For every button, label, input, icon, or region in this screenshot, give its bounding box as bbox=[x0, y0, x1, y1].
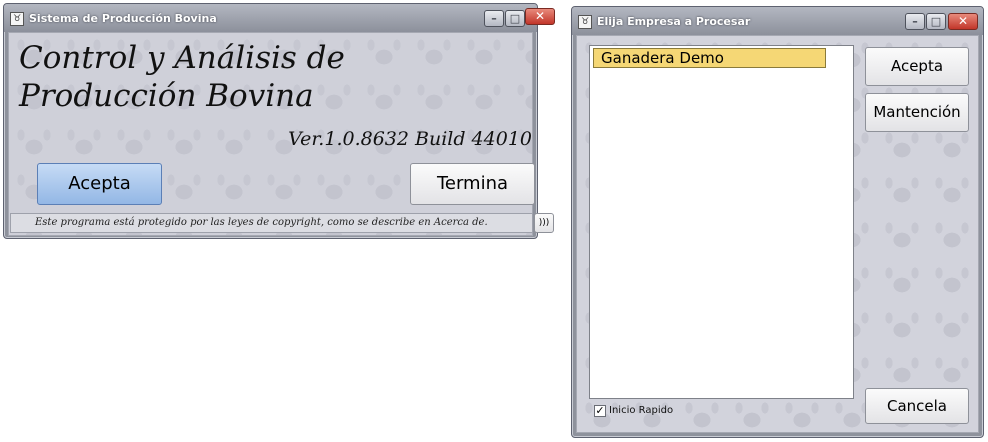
company-picker-window: ♉ Elija Empresa a Procesar – □ ✕ Ganader… bbox=[571, 6, 984, 438]
minimize-icon: – bbox=[491, 12, 497, 25]
accept-button[interactable]: Acepta bbox=[37, 163, 162, 205]
quick-start-checkbox[interactable]: ✓ bbox=[594, 405, 606, 417]
maintenance-button[interactable]: Mantención bbox=[865, 93, 969, 132]
status-bar-button[interactable]: ))) bbox=[534, 213, 554, 233]
check-icon: ✓ bbox=[595, 404, 605, 417]
close-icon: ✕ bbox=[534, 9, 546, 23]
minimize-icon: – bbox=[912, 15, 918, 28]
main-window-client: Control y Análisis de Producción Bovina … bbox=[8, 32, 535, 236]
version-label: Ver.1.0.8632 Build 44010 bbox=[288, 128, 532, 150]
app-heading: Control y Análisis de Producción Bovina bbox=[19, 40, 345, 114]
main-window: ♉ Sistema de Producción Bovina – □ Contr… bbox=[3, 3, 554, 239]
maximize-button[interactable]: □ bbox=[505, 10, 525, 27]
exit-button[interactable]: Termina bbox=[410, 163, 535, 205]
bull-icon: ♉ bbox=[10, 12, 24, 26]
close-button[interactable]: ✕ bbox=[948, 13, 978, 30]
main-window-title: Sistema de Producción Bovina bbox=[29, 12, 217, 25]
main-window-close-button[interactable]: ✕ bbox=[525, 8, 555, 25]
cancel-button[interactable]: Cancela bbox=[865, 388, 969, 424]
status-bar: Este programa está protegido por las ley… bbox=[10, 213, 533, 233]
maximize-button[interactable]: □ bbox=[926, 13, 946, 30]
quick-start-label: Inicio Rapido bbox=[609, 405, 674, 416]
company-picker-titlebar[interactable]: ♉ Elija Empresa a Procesar – □ ✕ bbox=[572, 7, 983, 35]
maximize-icon: □ bbox=[509, 12, 521, 25]
close-icon: ✕ bbox=[957, 14, 969, 28]
company-list[interactable]: Ganadera Demo bbox=[589, 45, 854, 399]
bull-icon: ♉ bbox=[578, 15, 592, 29]
maximize-icon: □ bbox=[930, 15, 942, 28]
accept-button[interactable]: Acepta bbox=[865, 47, 969, 86]
copyright-notice: Este programa está protegido por las ley… bbox=[35, 217, 488, 228]
minimize-button[interactable]: – bbox=[484, 10, 504, 27]
minimize-button[interactable]: – bbox=[905, 13, 925, 30]
list-item[interactable]: Ganadera Demo bbox=[593, 48, 826, 68]
company-picker-title: Elija Empresa a Procesar bbox=[597, 15, 751, 28]
main-window-titlebar[interactable]: ♉ Sistema de Producción Bovina – □ bbox=[4, 4, 537, 32]
